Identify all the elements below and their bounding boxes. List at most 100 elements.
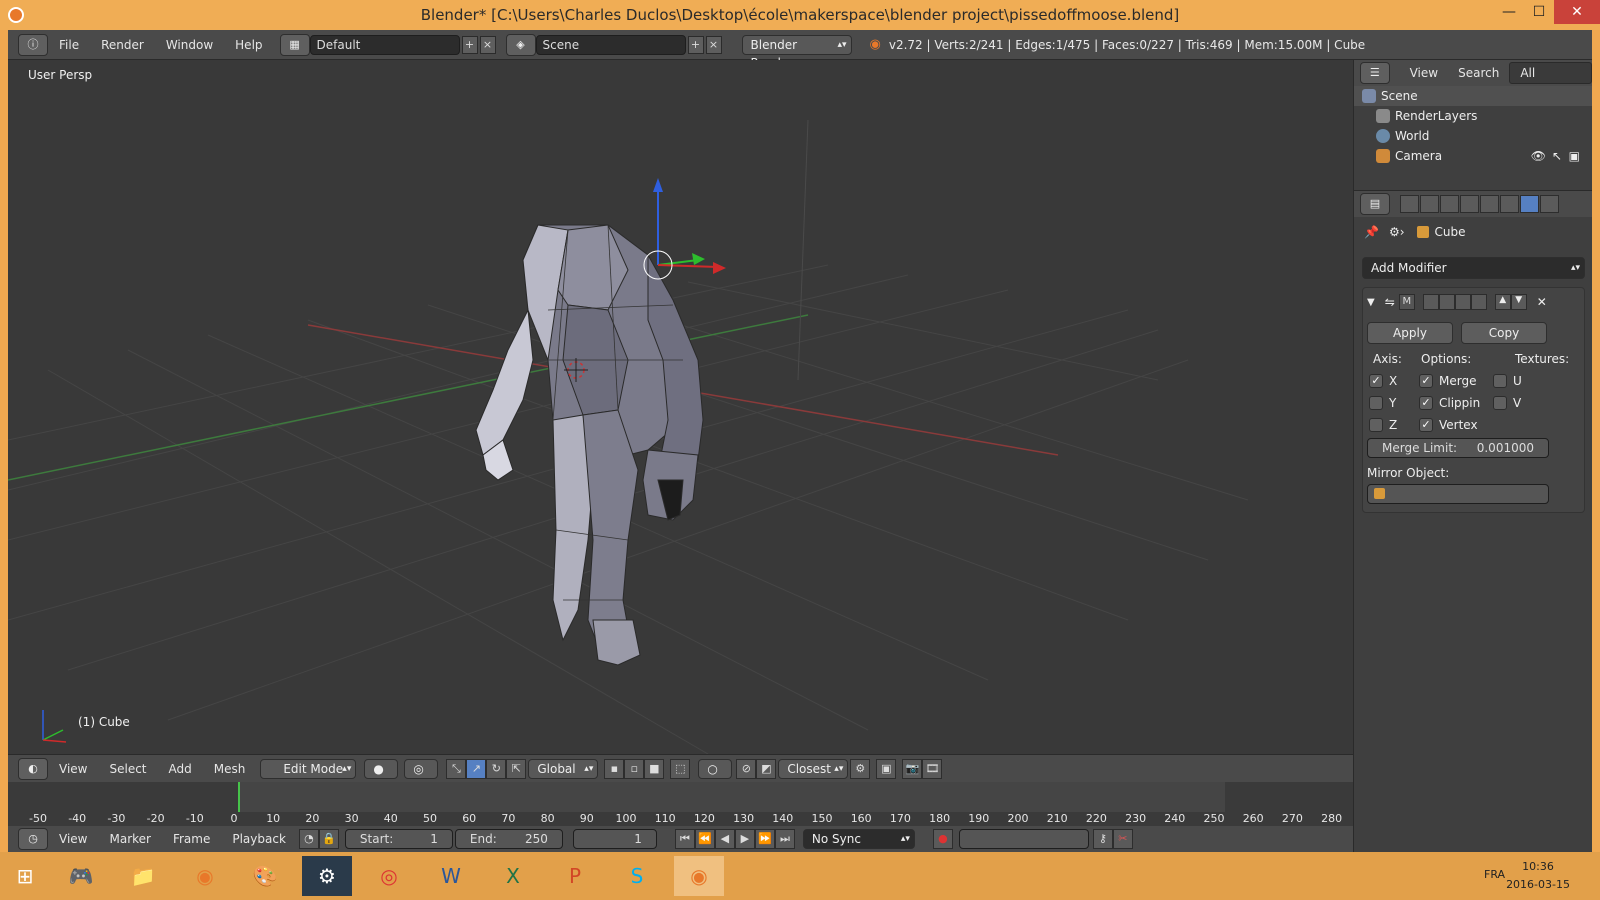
- editmode-toggle-icon[interactable]: [1454, 294, 1471, 310]
- outliner-editor-icon[interactable]: ☰: [1360, 62, 1390, 84]
- menu-marker[interactable]: Marker: [98, 832, 161, 846]
- remove-layout-icon[interactable]: ×: [479, 35, 496, 54]
- world-tab-icon[interactable]: [1460, 195, 1479, 213]
- occlude-geometry-icon[interactable]: ⬚: [670, 758, 691, 779]
- timeline[interactable]: -50 -40 -30 -20 -10 0 10 20 30 40 50 60 70 80 90 100 110…: [8, 782, 1353, 826]
- delete-keyframe-icon[interactable]: ✂: [1112, 829, 1133, 849]
- snap-element-icon[interactable]: ◩: [756, 758, 777, 779]
- menu-playback[interactable]: Playback: [221, 832, 297, 846]
- game-controller-icon[interactable]: 🎮: [56, 856, 106, 896]
- menu-mesh[interactable]: Mesh: [203, 762, 257, 776]
- menu-window[interactable]: Window: [155, 38, 224, 52]
- outliner-row-renderlayers[interactable]: RenderLayers: [1354, 106, 1592, 126]
- chrome-icon[interactable]: ◎: [364, 856, 414, 896]
- face-select-icon[interactable]: ■: [644, 758, 665, 779]
- start-frame-field[interactable]: Start: 1: [344, 829, 453, 849]
- texture-v-checkbox[interactable]: V: [1493, 396, 1521, 410]
- snap-target-dropdown[interactable]: Closest ▴▾: [778, 758, 849, 779]
- screen-layout-field[interactable]: Default: [309, 34, 460, 55]
- vertex-select-icon[interactable]: ▪: [604, 758, 625, 779]
- render-tab-icon[interactable]: [1400, 195, 1419, 213]
- mode-dropdown[interactable]: Edit Mode ▴▾: [260, 758, 357, 779]
- renderable-camera-icon[interactable]: ▣: [1569, 149, 1580, 163]
- layer-icon[interactable]: ▣: [876, 758, 897, 779]
- clock-icon[interactable]: ◔: [298, 829, 319, 849]
- render-layers-tab-icon[interactable]: [1420, 195, 1439, 213]
- axis-x-checkbox[interactable]: ✓ X: [1369, 374, 1397, 388]
- timeline-editor-icon[interactable]: ◷: [18, 828, 48, 850]
- excel-icon[interactable]: X: [488, 856, 538, 896]
- data-tab-icon[interactable]: [1540, 195, 1559, 213]
- properties-editor-icon[interactable]: ▤: [1360, 193, 1390, 215]
- timeline-playhead[interactable]: [238, 782, 240, 812]
- copy-button[interactable]: Copy: [1461, 322, 1547, 344]
- constraints-tab-icon[interactable]: [1500, 195, 1519, 213]
- menu-frame[interactable]: Frame: [162, 832, 221, 846]
- blender-active-taskbar-icon[interactable]: ◉: [674, 856, 724, 896]
- vertex-groups-checkbox[interactable]: ✓ Vertex: [1419, 418, 1478, 432]
- render-image-icon[interactable]: 📷: [902, 758, 923, 779]
- play-reverse-icon[interactable]: ◀: [714, 829, 735, 849]
- object-tab-icon[interactable]: [1480, 195, 1499, 213]
- lock-icon[interactable]: 🔒: [318, 829, 339, 849]
- viewport-toggle-icon[interactable]: [1438, 294, 1455, 310]
- modifier-name-field[interactable]: M: [1398, 294, 1415, 310]
- shading-dropdown[interactable]: ●: [364, 758, 399, 779]
- scale-manipulator-icon[interactable]: ⇱: [506, 758, 527, 779]
- record-icon[interactable]: ●: [932, 829, 953, 849]
- remove-modifier-icon[interactable]: ✕: [1537, 295, 1547, 309]
- word-icon[interactable]: W: [426, 856, 476, 896]
- maximize-button[interactable]: ☐: [1524, 0, 1554, 24]
- add-layout-icon[interactable]: +: [461, 35, 478, 54]
- sync-dropdown[interactable]: No Sync ▴▾: [802, 829, 915, 849]
- blender-taskbar-icon[interactable]: ◉: [180, 856, 230, 896]
- outliner-row-scene[interactable]: Scene: [1354, 86, 1592, 106]
- merge-limit-field[interactable]: Merge Limit: 0.001000: [1367, 438, 1549, 458]
- clipping-checkbox[interactable]: ✓ Clippin: [1419, 396, 1480, 410]
- scene-icon[interactable]: ◈: [505, 33, 536, 56]
- snap-toggle-icon[interactable]: ⊘: [736, 758, 757, 779]
- visibility-eye-icon[interactable]: 👁: [1531, 149, 1546, 163]
- add-modifier-dropdown[interactable]: Add Modifier ▴▾: [1362, 257, 1585, 279]
- merge-checkbox[interactable]: ✓ Merge: [1419, 374, 1476, 388]
- scene-field[interactable]: Scene: [535, 34, 686, 55]
- render-animation-icon[interactable]: 🎞: [922, 758, 943, 779]
- menu-file[interactable]: File: [48, 38, 90, 52]
- axis-y-checkbox[interactable]: Y: [1369, 396, 1396, 410]
- steam-icon[interactable]: ⚙: [302, 856, 352, 896]
- apply-button[interactable]: Apply: [1367, 322, 1453, 344]
- skype-icon[interactable]: S: [612, 856, 662, 896]
- outliner-search-menu[interactable]: Search: [1448, 66, 1509, 80]
- render-engine-dropdown[interactable]: Blender Render▴▾: [741, 34, 852, 70]
- outliner-row-world[interactable]: World: [1354, 126, 1592, 146]
- minimize-button[interactable]: —: [1494, 0, 1524, 24]
- jump-start-icon[interactable]: ⏮: [674, 829, 695, 849]
- scene-tab-icon[interactable]: [1440, 195, 1459, 213]
- orientation-dropdown[interactable]: Global ▴▾: [528, 758, 599, 779]
- next-keyframe-icon[interactable]: ⏩: [754, 829, 775, 849]
- info-editor-icon[interactable]: ⓘ: [18, 33, 48, 56]
- language-indicator[interactable]: FRA: [1484, 868, 1505, 881]
- outliner-row-camera[interactable]: Camera 👁 ↖ ▣: [1354, 146, 1592, 166]
- play-icon[interactable]: ▶: [734, 829, 755, 849]
- edge-select-icon[interactable]: ▫: [624, 758, 645, 779]
- menu-help[interactable]: Help: [224, 38, 273, 52]
- snap-options-icon[interactable]: ⚙: [850, 758, 871, 779]
- cage-toggle-icon[interactable]: [1470, 294, 1487, 310]
- current-frame-field[interactable]: 1: [572, 829, 657, 849]
- menu-render[interactable]: Render: [90, 38, 155, 52]
- selectable-arrow-icon[interactable]: ↖: [1552, 149, 1562, 163]
- axis-z-checkbox[interactable]: Z: [1369, 418, 1397, 432]
- pivot-dropdown[interactable]: ◎: [404, 758, 439, 779]
- outliner-display-mode[interactable]: All Scenes: [1509, 62, 1592, 100]
- menu-view[interactable]: View: [48, 762, 98, 776]
- insert-keyframe-icon[interactable]: ⚷: [1092, 829, 1113, 849]
- move-up-icon[interactable]: ▲: [1494, 294, 1511, 310]
- paint-icon[interactable]: 🎨: [240, 856, 290, 896]
- move-down-icon[interactable]: ▼: [1510, 294, 1527, 310]
- rotate-manipulator-icon[interactable]: ↻: [486, 758, 507, 779]
- close-button[interactable]: ✕: [1554, 0, 1600, 24]
- system-clock[interactable]: 10:36 2016-03-15: [1506, 858, 1570, 894]
- jump-end-icon[interactable]: ⏭: [774, 829, 795, 849]
- timeline-track[interactable]: [8, 782, 1353, 812]
